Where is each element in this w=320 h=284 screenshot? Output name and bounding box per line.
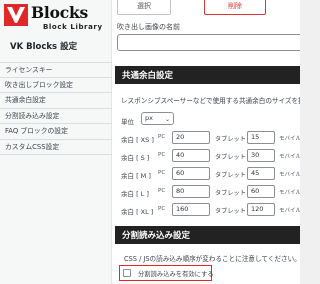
common-margin-title: 共通余白設定 [122,71,174,81]
tablet-margin-input[interactable]: 30 [247,149,275,162]
sidebar-item-faq-block[interactable]: FAQ ブロックの設定 [0,124,112,140]
mobile-label: モバイル [279,136,300,142]
split-loading-header: 分割読み込み設定 [112,226,300,244]
mobile-label: モバイル [279,208,300,214]
margin-row-xl: 余白 [ XL ] PC 160 タブレット 120 モバイル [112,203,300,218]
balloon-name-input[interactable] [117,34,300,51]
margin-row-s: 余白 [ S ] PC 40 タブレット 30 モバイル [112,149,300,164]
pc-label: PC [158,170,166,176]
common-margin-description: レスポンシブスペーサーなどで使用する共通余白のサイズを指 [121,97,300,105]
tablet-label: タブレット [215,190,246,197]
pc-margin-input[interactable]: 80 [172,185,210,198]
pc-margin-input[interactable]: 20 [172,131,210,144]
split-loading-checkbox[interactable] [123,269,131,277]
split-loading-title: 分割読み込み設定 [122,231,191,241]
tablet-margin-input[interactable]: 120 [247,203,275,216]
margin-row-label: 余白 [ S ] [121,154,150,162]
tablet-margin-input[interactable]: 60 [247,185,275,198]
pc-margin-input[interactable]: 40 [172,149,210,162]
unit-value: px [145,114,153,122]
mobile-label: モバイル [279,172,300,178]
mobile-label: モバイル [279,154,300,160]
tablet-label: タブレット [215,136,246,143]
pc-margin-input[interactable]: 160 [172,203,210,216]
settings-caption: VK Blocks 設定 [10,42,78,52]
balloon-name-label: 吹き出し画像の名前 [117,23,180,31]
split-loading-option[interactable]: 分割読み込みを有効にする [119,265,214,281]
pc-margin-input[interactable]: 60 [172,167,210,180]
logo-subtitle: Block Library [43,23,103,31]
margin-row-label: 余白 [ L ] [121,190,149,198]
chevron-down-icon: ⌄ [164,116,170,123]
unit-label: 単位 [121,118,134,126]
margin-row-xs: 余白 [ XS ] PC 20 タブレット 15 モバイル [112,131,300,146]
tablet-margin-input[interactable]: 45 [247,167,275,180]
logo-title: Blocks [31,3,89,22]
split-loading-description: CSS / JSの読み込み順序が変わることに注意してください。 [124,255,300,263]
tablet-label: タブレット [215,208,246,215]
sidebar: Blocks Block Library VK Blocks 設定 ライセンスキ… [0,0,112,284]
margin-row-m: 余白 [ M ] PC 60 タブレット 45 モバイル [112,167,300,182]
vk-blocks-logo: Blocks Block Library VK Blocks 設定 [0,0,111,62]
margin-row-label: 余白 [ XS ] [121,136,154,144]
sidebar-item-balloon-settings[interactable]: 吹き出しブロック設定 [0,78,112,93]
unit-select[interactable]: px ⌄ [141,112,174,125]
mobile-label: モバイル [279,190,300,196]
margin-row-label: 余白 [ XL ] [121,208,154,216]
sidebar-item-common-margin[interactable]: 共通余白設定 [0,93,112,109]
margin-row-l: 余白 [ L ] PC 80 タブレット 60 モバイル [112,185,300,200]
sidebar-item-split-loading[interactable]: 分割読み込み設定 [0,109,112,124]
pc-label: PC [158,206,166,212]
sidebar-item-custom-css[interactable]: カスタムCSS設定 [0,140,112,155]
pc-label: PC [158,188,166,194]
split-loading-checkbox-label[interactable]: 分割読み込みを有効にする [138,269,214,278]
sidebar-item-license-key[interactable]: ライセンスキー [0,62,112,78]
vk-logo-icon [4,4,28,26]
common-margin-header: 共通余白設定 [112,66,300,84]
select-image-button[interactable]: 選択 [117,0,171,15]
pc-label: PC [158,152,166,158]
tablet-margin-input[interactable]: 15 [247,131,275,144]
tablet-label: タブレット [215,172,246,179]
delete-image-button[interactable]: 削除 [204,0,266,15]
tablet-label: タブレット [215,154,246,161]
pc-label: PC [158,134,166,140]
settings-menu: ライセンスキー 吹き出しブロック設定 共通余白設定 分割読み込み設定 FAQ ブ… [0,62,112,155]
margin-row-label: 余白 [ M ] [121,172,151,180]
settings-main: 選択 削除 吹き出し画像の名前 共通余白設定 レスポンシブスペーサーなどで使用す… [112,0,300,284]
